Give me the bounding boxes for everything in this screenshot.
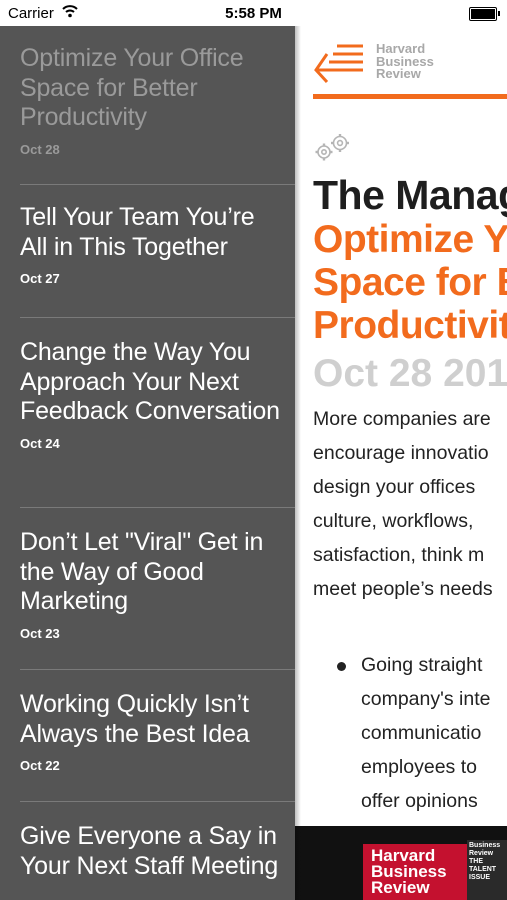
battery-icon: [469, 7, 500, 21]
list-item-date: Oct 28: [20, 141, 60, 157]
body-line: design your offices: [313, 476, 476, 498]
status-bar: Carrier 5:58 PM: [0, 0, 507, 26]
logo-line: Review: [376, 66, 421, 81]
list-item[interactable]: Don’t Let "Viral" Get in the Way of Good…: [20, 508, 295, 670]
article-body: More companies are encourage innovatio d…: [313, 402, 507, 606]
list-item[interactable]: Give Everyone a Say in Your Next Staff M…: [20, 802, 295, 900]
list-item-date: Oct 22: [20, 758, 60, 773]
body-line: meet people’s needs: [313, 578, 493, 600]
bullet-line: employees to: [361, 756, 477, 778]
list-item-title: Working Quickly Isn’t Always the Best Id…: [20, 690, 250, 748]
list-item[interactable]: Change the Way You Approach Your Next Fe…: [20, 318, 295, 508]
magazine-line: Business: [469, 842, 501, 849]
body-line: More companies are: [313, 408, 491, 430]
section-title: The Management Tip: [313, 172, 507, 218]
header: Harvard Business Review: [313, 40, 507, 100]
body-line: satisfaction, think m: [313, 544, 485, 566]
list-item[interactable]: Working Quickly Isn’t Always the Best Id…: [20, 670, 295, 802]
magazine-line: Review: [469, 850, 494, 857]
list-item[interactable]: Optimize Your Office Space for Better Pr…: [20, 26, 295, 185]
bullet-item: Going straight company's inte communicat…: [337, 648, 507, 818]
magazine-line: ISSUE: [469, 874, 491, 881]
magazine-text: Business Review THE TALENT ISSUE: [467, 840, 507, 884]
gears-icon: [315, 134, 349, 161]
bullet-text: Going straight company's inte communicat…: [361, 648, 507, 818]
magazine-line: THE: [469, 858, 483, 865]
bullet-line: offer opinions: [361, 790, 478, 812]
list-item-date: Oct 27: [20, 271, 60, 286]
bullet-line: communicatio: [361, 722, 482, 744]
bullet-line: Going straight: [361, 654, 483, 676]
banner-hbr-logo: Harvard Business Review: [363, 844, 467, 900]
list-item-title: Don’t Let "Viral" Get in the Way of Good…: [20, 528, 264, 615]
list-item-title: Change the Way You Approach Your Next Fe…: [20, 338, 280, 425]
list-item[interactable]: Tell Your Team You’re All in This Togeth…: [20, 185, 295, 318]
body-line: encourage innovatio: [313, 442, 489, 464]
list-item-date: Oct 23: [20, 625, 60, 641]
article-view: Harvard Business Review The Management T…: [295, 26, 507, 900]
menu-back-icon[interactable]: [313, 42, 365, 84]
ad-banner[interactable]: Harvard Business Review Business Review …: [295, 826, 507, 900]
bullet-line: company's inte: [361, 688, 491, 710]
list-item-date: Oct 24: [20, 435, 60, 451]
hbr-logo: Harvard Business Review: [376, 42, 434, 81]
header-rule: [313, 94, 507, 99]
list-item-title: Tell Your Team You’re All in This Togeth…: [20, 203, 255, 261]
clock: 5:58 PM: [225, 5, 282, 22]
bullet-dot: [337, 662, 346, 671]
article-date: Oct 28 2014: [313, 352, 507, 395]
article-title: Optimize Your Office Space for Better Pr…: [313, 218, 507, 347]
body-line: culture, workflows,: [313, 510, 474, 532]
sidebar-shadow: [295, 26, 301, 900]
list-item-title: Optimize Your Office Space for Better Pr…: [20, 44, 244, 131]
article-list: Optimize Your Office Space for Better Pr…: [0, 26, 295, 900]
magazine-cover: Business Review THE TALENT ISSUE: [467, 840, 507, 900]
list-item-title: Give Everyone a Say in Your Next Staff M…: [20, 822, 279, 880]
magazine-line: TALENT: [469, 866, 497, 873]
banner-logo-line: Review: [371, 878, 430, 897]
